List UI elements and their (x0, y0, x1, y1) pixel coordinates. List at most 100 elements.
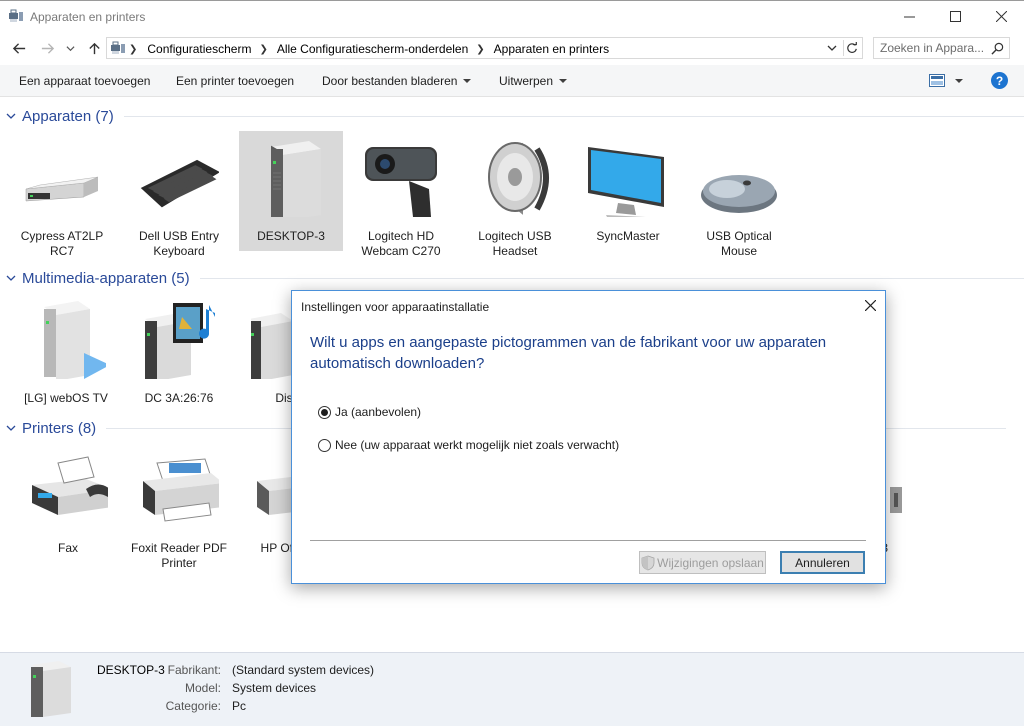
device-lg-webos-tv[interactable]: [LG] webOS TV (14, 293, 118, 413)
group-divider (199, 277, 1024, 279)
radio-no[interactable] (318, 438, 331, 452)
search-input[interactable] (880, 41, 988, 55)
forward-button[interactable] (38, 39, 56, 57)
device-label: Foxit Reader PDF Printer (130, 541, 228, 570)
cancel-button[interactable]: Annuleren (780, 551, 865, 574)
help-button[interactable]: ? (991, 72, 1008, 89)
printer-icon (143, 458, 219, 522)
chevron-down-icon (463, 79, 472, 83)
dialog-close-button[interactable] (863, 298, 877, 312)
device-label: Fax (57, 541, 78, 555)
computer-tower-icon (271, 141, 321, 217)
chevron-down-icon (6, 425, 16, 431)
details-value-manufacturer: (Standard system devices) (232, 663, 375, 677)
device-dell-keyboard[interactable]: Dell USB Entry Keyboard (127, 131, 231, 258)
computer-tower-icon (31, 661, 71, 717)
browse-files-label: Door bestanden bladeren (322, 74, 458, 88)
group-header-devices[interactable]: Apparaten (7) (6, 106, 1024, 126)
device-cypress[interactable]: Cypress AT2LP RC7 (10, 131, 114, 258)
chevron-down-icon (65, 45, 75, 51)
command-bar: Een apparaat toevoegen Een printer toevo… (0, 65, 1024, 97)
device-usb-mouse[interactable]: USB Optical Mouse (687, 131, 791, 258)
chevron-down-icon (559, 79, 568, 83)
devices-printers-icon (9, 9, 23, 22)
close-icon (864, 299, 876, 311)
save-changes-button[interactable]: Wijzigingen opslaan (639, 551, 766, 574)
help-icon: ? (995, 73, 1004, 88)
breadcrumb-item-configuratiescherm[interactable]: Configuratiescherm (147, 42, 251, 56)
arrow-left-icon (12, 42, 25, 54)
recent-locations-button[interactable] (64, 39, 76, 57)
up-button[interactable] (85, 39, 103, 57)
change-view-icon[interactable] (929, 74, 945, 87)
add-printer-button[interactable]: Een printer toevoegen (176, 74, 294, 88)
device-logitech-webcam[interactable]: Logitech HD Webcam C270 (349, 131, 453, 258)
device-label: Dell USB Entry Keyboard (138, 229, 220, 258)
details-pane: DESKTOP-3 Fabrikant: (Standard system de… (0, 652, 1024, 726)
address-bar[interactable]: ❯ Configuratiescherm ❯ Alle Configuratie… (106, 37, 863, 59)
media-server-icon (44, 301, 106, 379)
device-label: [LG] webOS TV (24, 391, 108, 405)
group-title-devices: Apparaten (7) (22, 107, 114, 125)
chevron-down-icon (6, 275, 16, 281)
cancel-label: Annuleren (795, 555, 850, 570)
close-icon (995, 11, 1007, 22)
title-bar: Apparaten en printers (0, 0, 1024, 31)
device-label: Logitech HD Webcam C270 (361, 229, 441, 258)
eject-label: Uitwerpen (499, 74, 554, 88)
uac-shield-icon (641, 555, 655, 570)
option-no-label: Nee (uw apparaat werkt mogelijk niet zoa… (335, 438, 620, 452)
fax-icon (32, 456, 108, 515)
device-desktop-3[interactable]: DESKTOP-3 (239, 131, 343, 251)
address-row: ❯ Configuratiescherm ❯ Alle Configuratie… (0, 31, 1024, 65)
eject-button[interactable]: Uitwerpen (499, 74, 568, 88)
breadcrumb-separator-icon[interactable]: ❯ (259, 44, 267, 55)
device-label: Cypress AT2LP RC7 (20, 229, 104, 258)
add-printer-label: Een printer toevoegen (176, 74, 295, 88)
details-key-model: Model: (184, 681, 221, 695)
breadcrumb: ❯ Configuratiescherm ❯ Alle Configuratie… (129, 42, 609, 56)
chevron-down-icon (6, 113, 16, 119)
device-syncmaster[interactable]: SyncMaster (576, 131, 680, 251)
group-title-multimedia: Multimedia-apparaten (5) (22, 269, 190, 287)
speaker-icon (488, 142, 549, 215)
add-device-label: Een apparaat toevoegen (19, 74, 151, 88)
back-button[interactable] (10, 39, 28, 57)
group-divider (123, 115, 1024, 117)
breadcrumb-separator-icon[interactable]: ❯ (476, 44, 484, 55)
device-foxit-pdf-printer[interactable]: Foxit Reader PDF Printer (127, 443, 231, 570)
arrow-up-icon (88, 42, 100, 54)
webcam-icon (365, 147, 437, 217)
dialog-divider (310, 540, 866, 541)
search-icon (991, 42, 1004, 55)
dialog-question: Wilt u apps en aangepaste pictogrammen v… (310, 334, 827, 372)
group-header-multimedia[interactable]: Multimedia-apparaten (5) (6, 268, 1024, 288)
devices-printers-icon (111, 41, 125, 54)
device-fax[interactable]: Fax (16, 443, 120, 563)
minimize-icon (903, 16, 915, 18)
group-title-printers: Printers (8) (22, 419, 97, 437)
details-value-category: Pc (232, 699, 247, 713)
search-box[interactable] (873, 37, 1010, 59)
details-key-category: Categorie: (165, 699, 221, 713)
device-label: USB Optical Mouse (706, 229, 772, 258)
device-logitech-headset[interactable]: Logitech USB Headset (463, 131, 567, 258)
maximize-button[interactable] (932, 2, 978, 31)
monitor-icon (588, 147, 664, 217)
browse-files-button[interactable]: Door bestanden bladeren (322, 74, 472, 88)
radio-yes[interactable] (318, 405, 331, 419)
device-dc-3a-26-76[interactable]: DC 3A:26:76 (127, 293, 231, 413)
address-dropdown-icon[interactable] (826, 42, 838, 54)
option-yes[interactable]: Ja (aanbevolen) (318, 405, 421, 419)
option-no[interactable]: Nee (uw apparaat werkt mogelijk niet zoa… (318, 438, 619, 452)
view-options-icon[interactable] (955, 79, 963, 83)
breadcrumb-item-apparaten-printers[interactable]: Apparaten en printers (494, 42, 609, 56)
add-device-button[interactable]: Een apparaat toevoegen (19, 74, 150, 88)
close-button[interactable] (978, 2, 1024, 31)
minimize-button[interactable] (886, 2, 932, 31)
device-label: Logitech USB Headset (478, 229, 552, 258)
arrow-right-icon (41, 42, 54, 54)
refresh-button[interactable] (843, 40, 859, 56)
breadcrumb-item-alle-onderdelen[interactable]: Alle Configuratiescherm-onderdelen (277, 42, 468, 56)
breadcrumb-separator-icon[interactable]: ❯ (129, 44, 137, 55)
